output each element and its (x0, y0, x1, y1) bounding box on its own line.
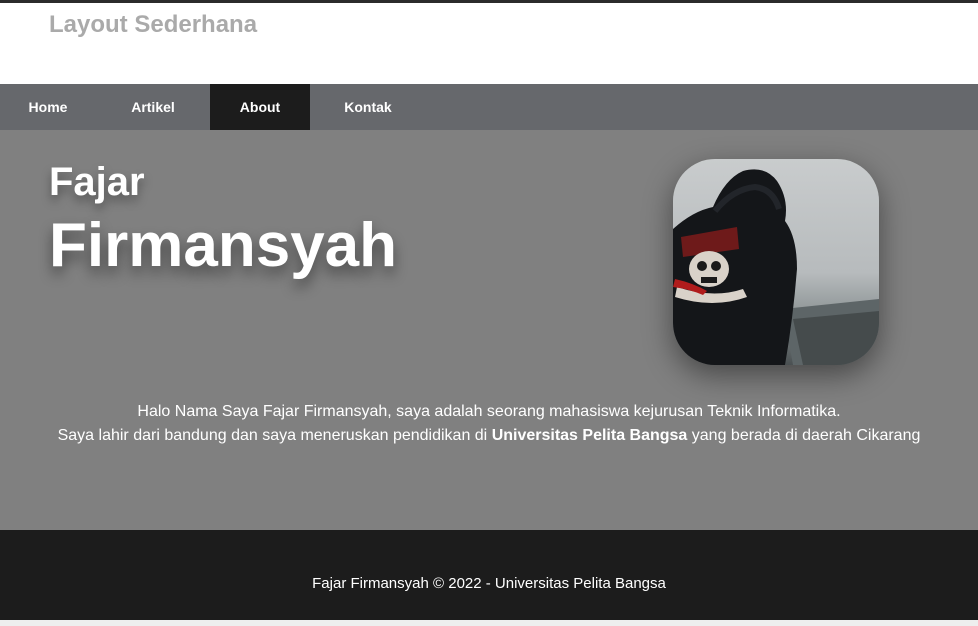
hero-section: Fajar Firmansyah Halo Nama Saya Fajar Fi… (0, 130, 978, 530)
nav-item-home[interactable]: Home (0, 84, 96, 130)
profile-last-name: Firmansyah (49, 211, 398, 280)
site-header: Layout Sederhana (0, 3, 978, 84)
bio-text: Halo Nama Saya Fajar Firmansyah, saya ad… (0, 400, 978, 448)
hooded-person-icon (673, 159, 879, 365)
bio-line-2: Saya lahir dari bandung dan saya menerus… (0, 424, 978, 448)
profile-photo (673, 159, 879, 365)
profile-first-name: Fajar (49, 160, 145, 204)
site-title: Layout Sederhana (49, 11, 258, 38)
bio-line-2-end: yang berada di daerah Cikarang (687, 427, 921, 444)
site-footer: Fajar Firmansyah © 2022 - Universitas Pe… (0, 530, 978, 626)
bottom-strip (0, 620, 978, 626)
university-name: Universitas Pelita Bangsa (491, 427, 688, 444)
bio-line-1: Halo Nama Saya Fajar Firmansyah, saya ad… (137, 403, 841, 420)
nav-item-about[interactable]: About (210, 84, 310, 130)
bio-line-2-start: Saya lahir dari bandung dan saya menerus… (57, 427, 492, 444)
footer-copyright: Fajar Firmansyah © 2022 - Universitas Pe… (312, 575, 666, 592)
nav-item-kontak[interactable]: Kontak (310, 84, 426, 130)
nav-item-artikel[interactable]: Artikel (96, 84, 210, 130)
main-navigation: Home Artikel About Kontak (0, 84, 978, 130)
